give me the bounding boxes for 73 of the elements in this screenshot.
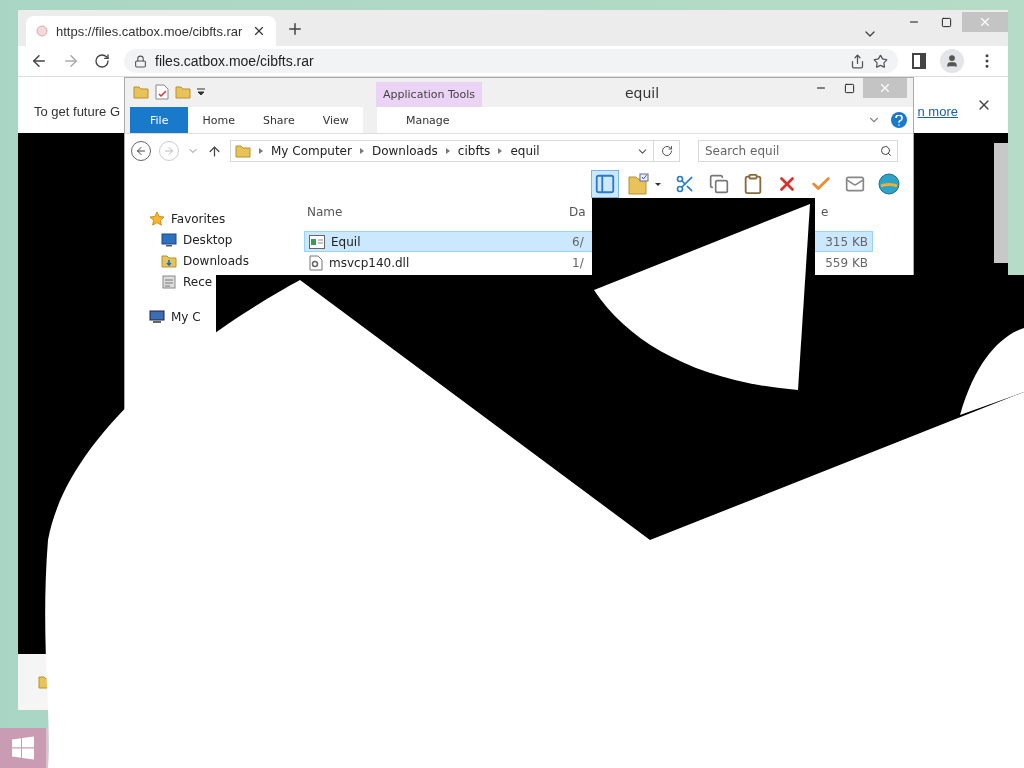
breadcrumb[interactable]: My Computer bbox=[271, 144, 352, 158]
new-tab-icon[interactable] bbox=[286, 20, 304, 38]
contextual-tab-group: Application Tools bbox=[376, 82, 483, 107]
date-cell-text: 1/ bbox=[571, 255, 585, 270]
clipboard-icon bbox=[742, 173, 764, 195]
up-icon[interactable] bbox=[207, 143, 222, 159]
computer-icon bbox=[149, 309, 165, 324]
column-header[interactable]: Name bbox=[301, 205, 563, 219]
share-icon[interactable] bbox=[850, 53, 865, 69]
size-cell-text: 559 KB bbox=[824, 255, 869, 270]
file-row[interactable]: msvcp140.dll 1/ 559 KB bbox=[304, 252, 873, 273]
document-check-icon[interactable] bbox=[155, 84, 169, 100]
reload-icon[interactable] bbox=[94, 53, 110, 69]
close-icon[interactable] bbox=[252, 24, 266, 38]
lock-icon bbox=[134, 54, 147, 68]
sidebar-item[interactable]: Favorites bbox=[125, 208, 226, 229]
copy-icon bbox=[709, 174, 729, 194]
column-header[interactable]: Da bbox=[563, 205, 589, 219]
browser-tab[interactable]: https://files.catbox.moe/cibfts.rar bbox=[26, 16, 276, 46]
column-header[interactable]: e bbox=[815, 205, 829, 219]
sidebar-icon[interactable] bbox=[912, 53, 926, 69]
toolbar-button[interactable] bbox=[591, 170, 619, 198]
globe-icon bbox=[878, 173, 900, 195]
folder-icon bbox=[235, 143, 251, 159]
sidebar-item[interactable]: My C bbox=[125, 306, 201, 327]
address-bar[interactable]: My Computer Downloads cibfts equil bbox=[230, 140, 654, 162]
back-icon[interactable] bbox=[30, 52, 48, 70]
address-bar[interactable]: files.catbox.moe/cibfts.rar bbox=[124, 49, 898, 73]
ribbon-tab[interactable]: View bbox=[308, 107, 363, 133]
file-name: Equil bbox=[331, 234, 361, 249]
folder-download-icon bbox=[161, 252, 177, 269]
sidebar-item[interactable]: Desktop bbox=[125, 229, 233, 250]
ribbon-tab[interactable]: Manage bbox=[376, 107, 479, 133]
star-icon[interactable] bbox=[873, 53, 888, 69]
close-icon bbox=[978, 15, 992, 29]
size-cell-text: 315 KB bbox=[824, 234, 869, 249]
windows-logo-icon bbox=[11, 736, 35, 760]
sidebar-item[interactable]: Downloads bbox=[125, 250, 249, 271]
learn-more-link[interactable]: n more bbox=[917, 103, 958, 119]
toolbar-button[interactable] bbox=[875, 170, 903, 198]
folder-check-icon bbox=[628, 173, 662, 195]
folder-icon bbox=[175, 84, 191, 100]
envelope-icon bbox=[845, 174, 865, 194]
profile-icon[interactable] bbox=[940, 49, 964, 73]
tab-title: https://files.catbox.moe/cibfts.rar bbox=[56, 23, 244, 39]
favicon-icon bbox=[36, 25, 48, 37]
recent-places-icon bbox=[161, 273, 177, 290]
star-icon bbox=[149, 210, 165, 227]
folder-icon bbox=[133, 84, 149, 100]
caret-icon[interactable] bbox=[197, 88, 205, 96]
refresh-button[interactable] bbox=[654, 140, 680, 162]
refresh-icon bbox=[660, 145, 673, 157]
breadcrumb[interactable]: equil bbox=[510, 144, 540, 158]
date-cell-text: 6/ bbox=[571, 234, 585, 249]
help-icon[interactable] bbox=[891, 112, 907, 128]
close-icon bbox=[878, 81, 892, 95]
sidebar-item[interactable]: Rece bbox=[125, 271, 213, 292]
infobar-message: To get future G bbox=[34, 103, 120, 119]
scissors-icon bbox=[675, 174, 695, 194]
maximize-icon bbox=[940, 16, 952, 28]
ribbon-tab[interactable]: Home bbox=[188, 107, 249, 133]
maximize-icon bbox=[843, 82, 855, 94]
window-title: equil bbox=[625, 85, 660, 101]
monitor-icon bbox=[161, 232, 177, 247]
application-icon bbox=[309, 234, 325, 249]
breadcrumb[interactable]: cibfts bbox=[457, 144, 491, 158]
search-icon bbox=[880, 145, 892, 157]
file-name: msvcp140.dll bbox=[329, 255, 410, 270]
ribbon-tab[interactable]: Share bbox=[248, 107, 309, 133]
start-button[interactable] bbox=[0, 728, 46, 768]
search-field[interactable]: Search equil bbox=[698, 140, 898, 162]
breadcrumb[interactable]: Downloads bbox=[371, 144, 438, 158]
preview-pane-icon bbox=[594, 173, 616, 195]
